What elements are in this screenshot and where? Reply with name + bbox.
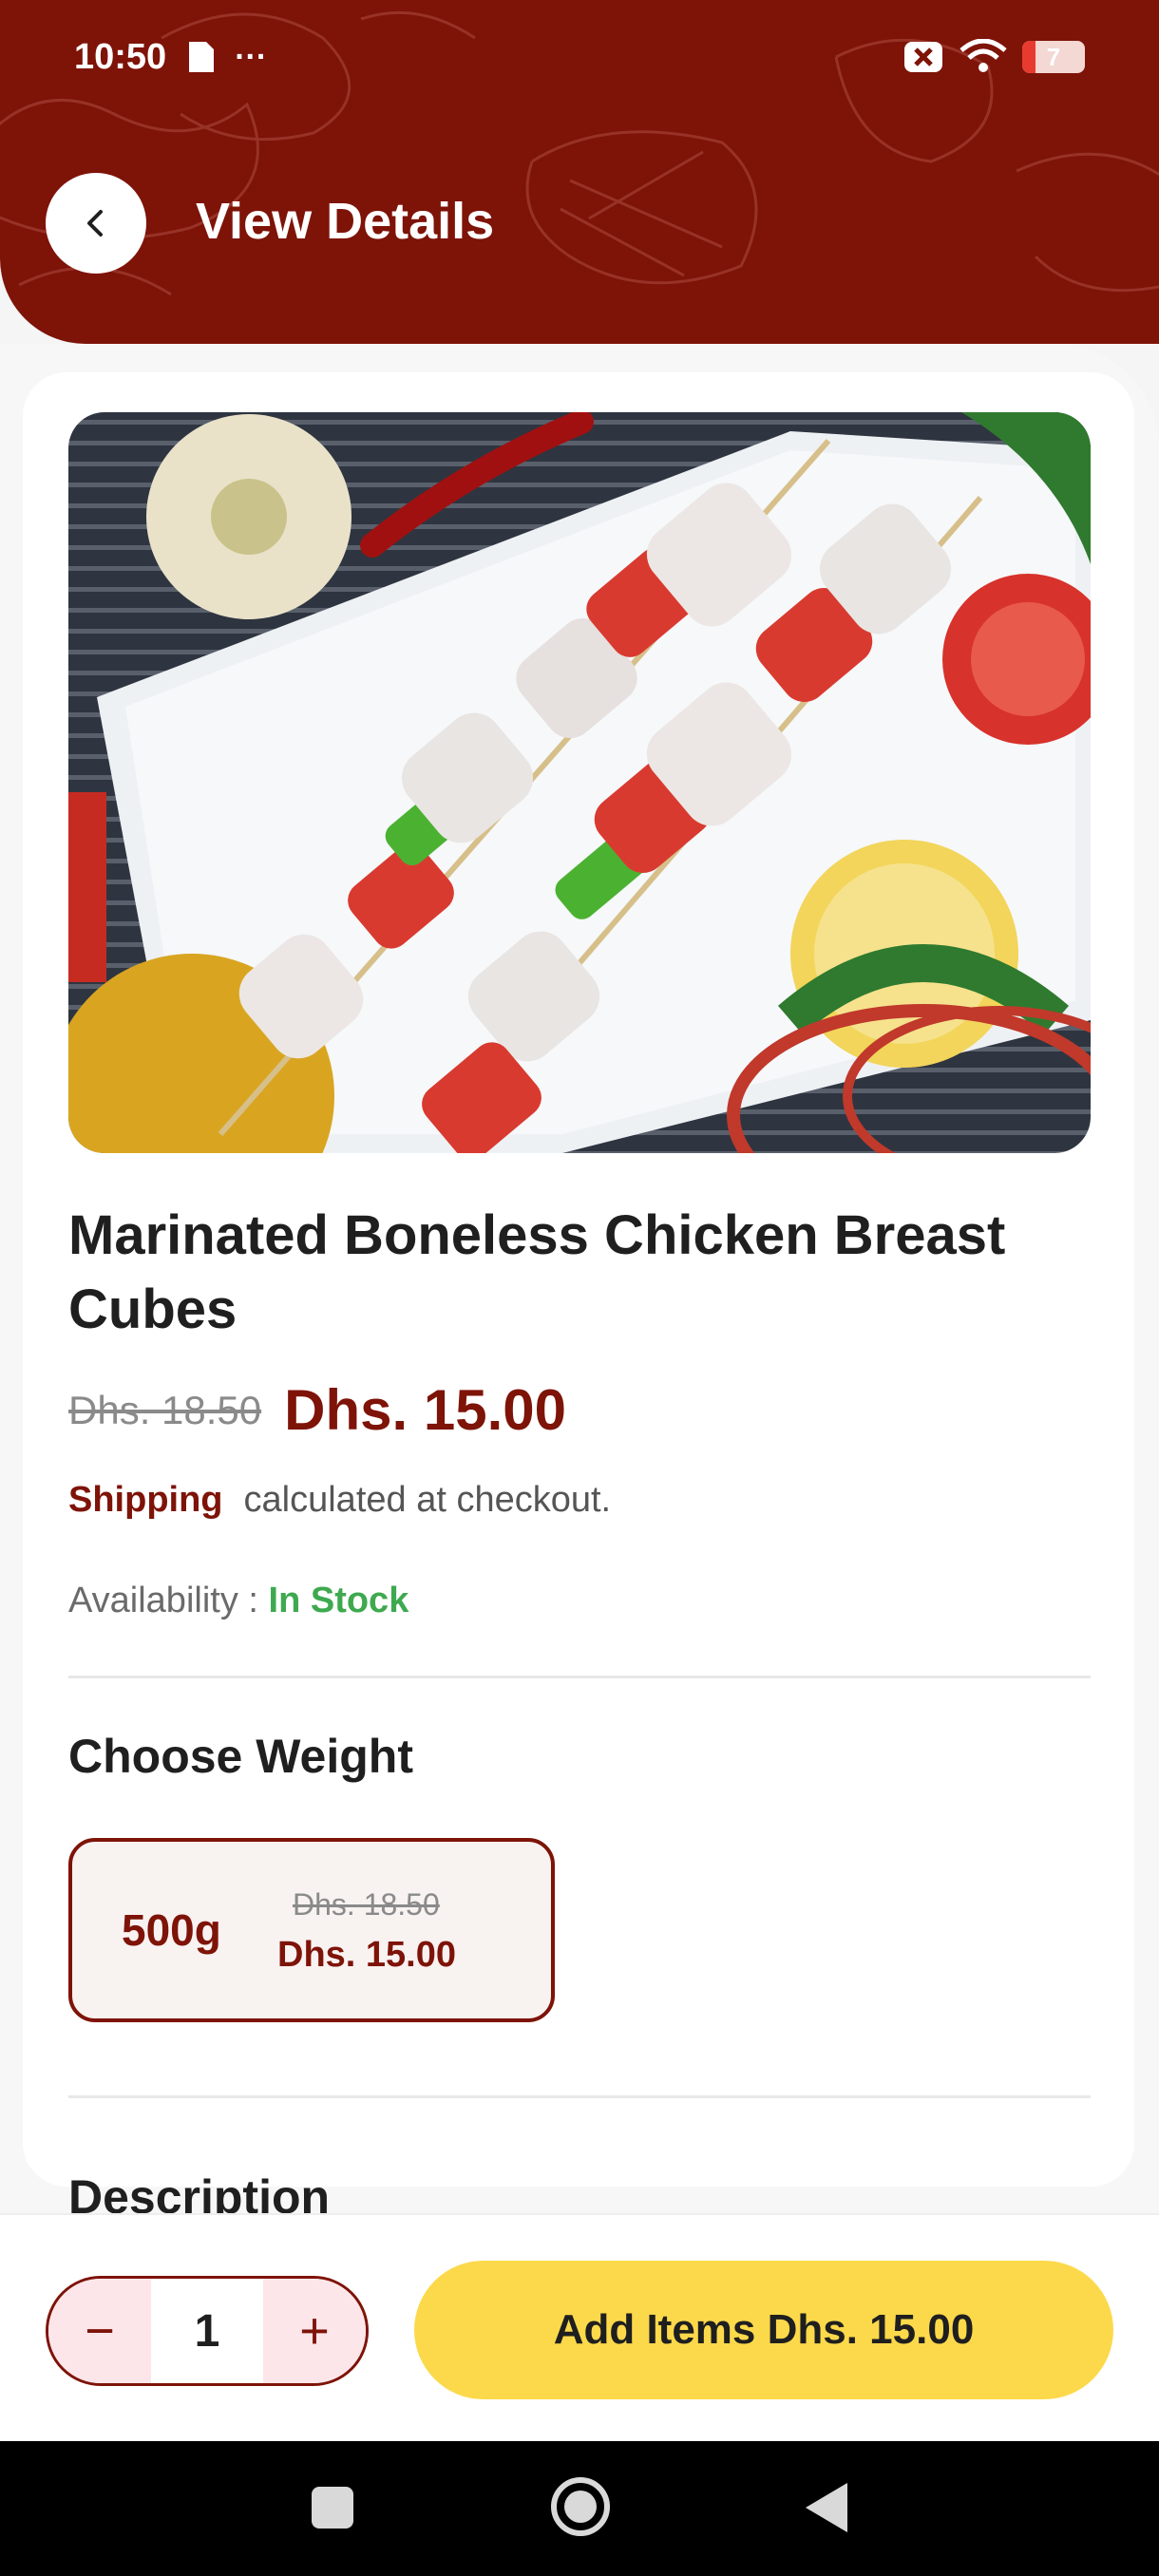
- stock-status: In Stock: [268, 1581, 409, 1620]
- shipping-label[interactable]: Shipping: [68, 1480, 223, 1520]
- quantity-value: 1: [151, 2279, 263, 2383]
- availability: Availability : In Stock: [68, 1581, 408, 1621]
- availability-label: Availability :: [68, 1581, 258, 1620]
- page-title: View Details: [196, 193, 495, 250]
- shipping-info: Shipping calculated at checkout.: [68, 1480, 611, 1521]
- battery-level: 7: [1046, 42, 1061, 71]
- quantity-stepper: − 1 +: [46, 2276, 369, 2386]
- header: 10:50 ··· 7 View Details: [0, 0, 1159, 344]
- current-price: Dhs. 15.00: [284, 1378, 566, 1442]
- choose-weight-heading: Choose Weight: [68, 1730, 413, 1783]
- product-image: [68, 412, 1091, 1153]
- home-icon[interactable]: [551, 2477, 610, 2536]
- increase-button[interactable]: +: [263, 2279, 366, 2383]
- back-icon[interactable]: [806, 2483, 847, 2532]
- wifi-icon: [960, 39, 1007, 72]
- old-price: Dhs. 18.50: [68, 1387, 262, 1432]
- sim-error-icon: [904, 42, 942, 72]
- battery-icon: 7: [1022, 41, 1085, 73]
- cart-bar: − 1 + Add Items Dhs. 15.00: [0, 2213, 1159, 2443]
- decrease-button[interactable]: −: [48, 2279, 151, 2383]
- price-row: Dhs. 18.50 Dhs. 15.00: [68, 1377, 566, 1443]
- add-items-button[interactable]: Add Items Dhs. 15.00: [414, 2261, 1113, 2399]
- chevron-left-icon: [87, 210, 103, 237]
- status-time: 10:50: [74, 36, 167, 77]
- document-icon: [189, 42, 215, 72]
- weight-label: 500g: [122, 1905, 221, 1955]
- product-name: Marinated Boneless Chicken Breast Cubes: [68, 1204, 1006, 1340]
- shipping-text: calculated at checkout.: [243, 1480, 612, 1520]
- recents-icon[interactable]: [312, 2487, 353, 2529]
- divider: [68, 2095, 1091, 2098]
- weight-option-500g[interactable]: 500g Dhs. 18.50 Dhs. 15.00: [68, 1838, 555, 2022]
- weight-price: Dhs. 15.00: [277, 1935, 456, 1975]
- chicken-skewers-photo: [68, 412, 1091, 1153]
- weight-old-price: Dhs. 18.50: [293, 1887, 440, 1922]
- status-bar: 10:50 ··· 7: [74, 28, 1085, 85]
- system-nav-bar: [0, 2441, 1159, 2576]
- divider: [68, 1676, 1091, 1678]
- back-button[interactable]: [46, 173, 146, 274]
- more-icon: ···: [235, 38, 268, 75]
